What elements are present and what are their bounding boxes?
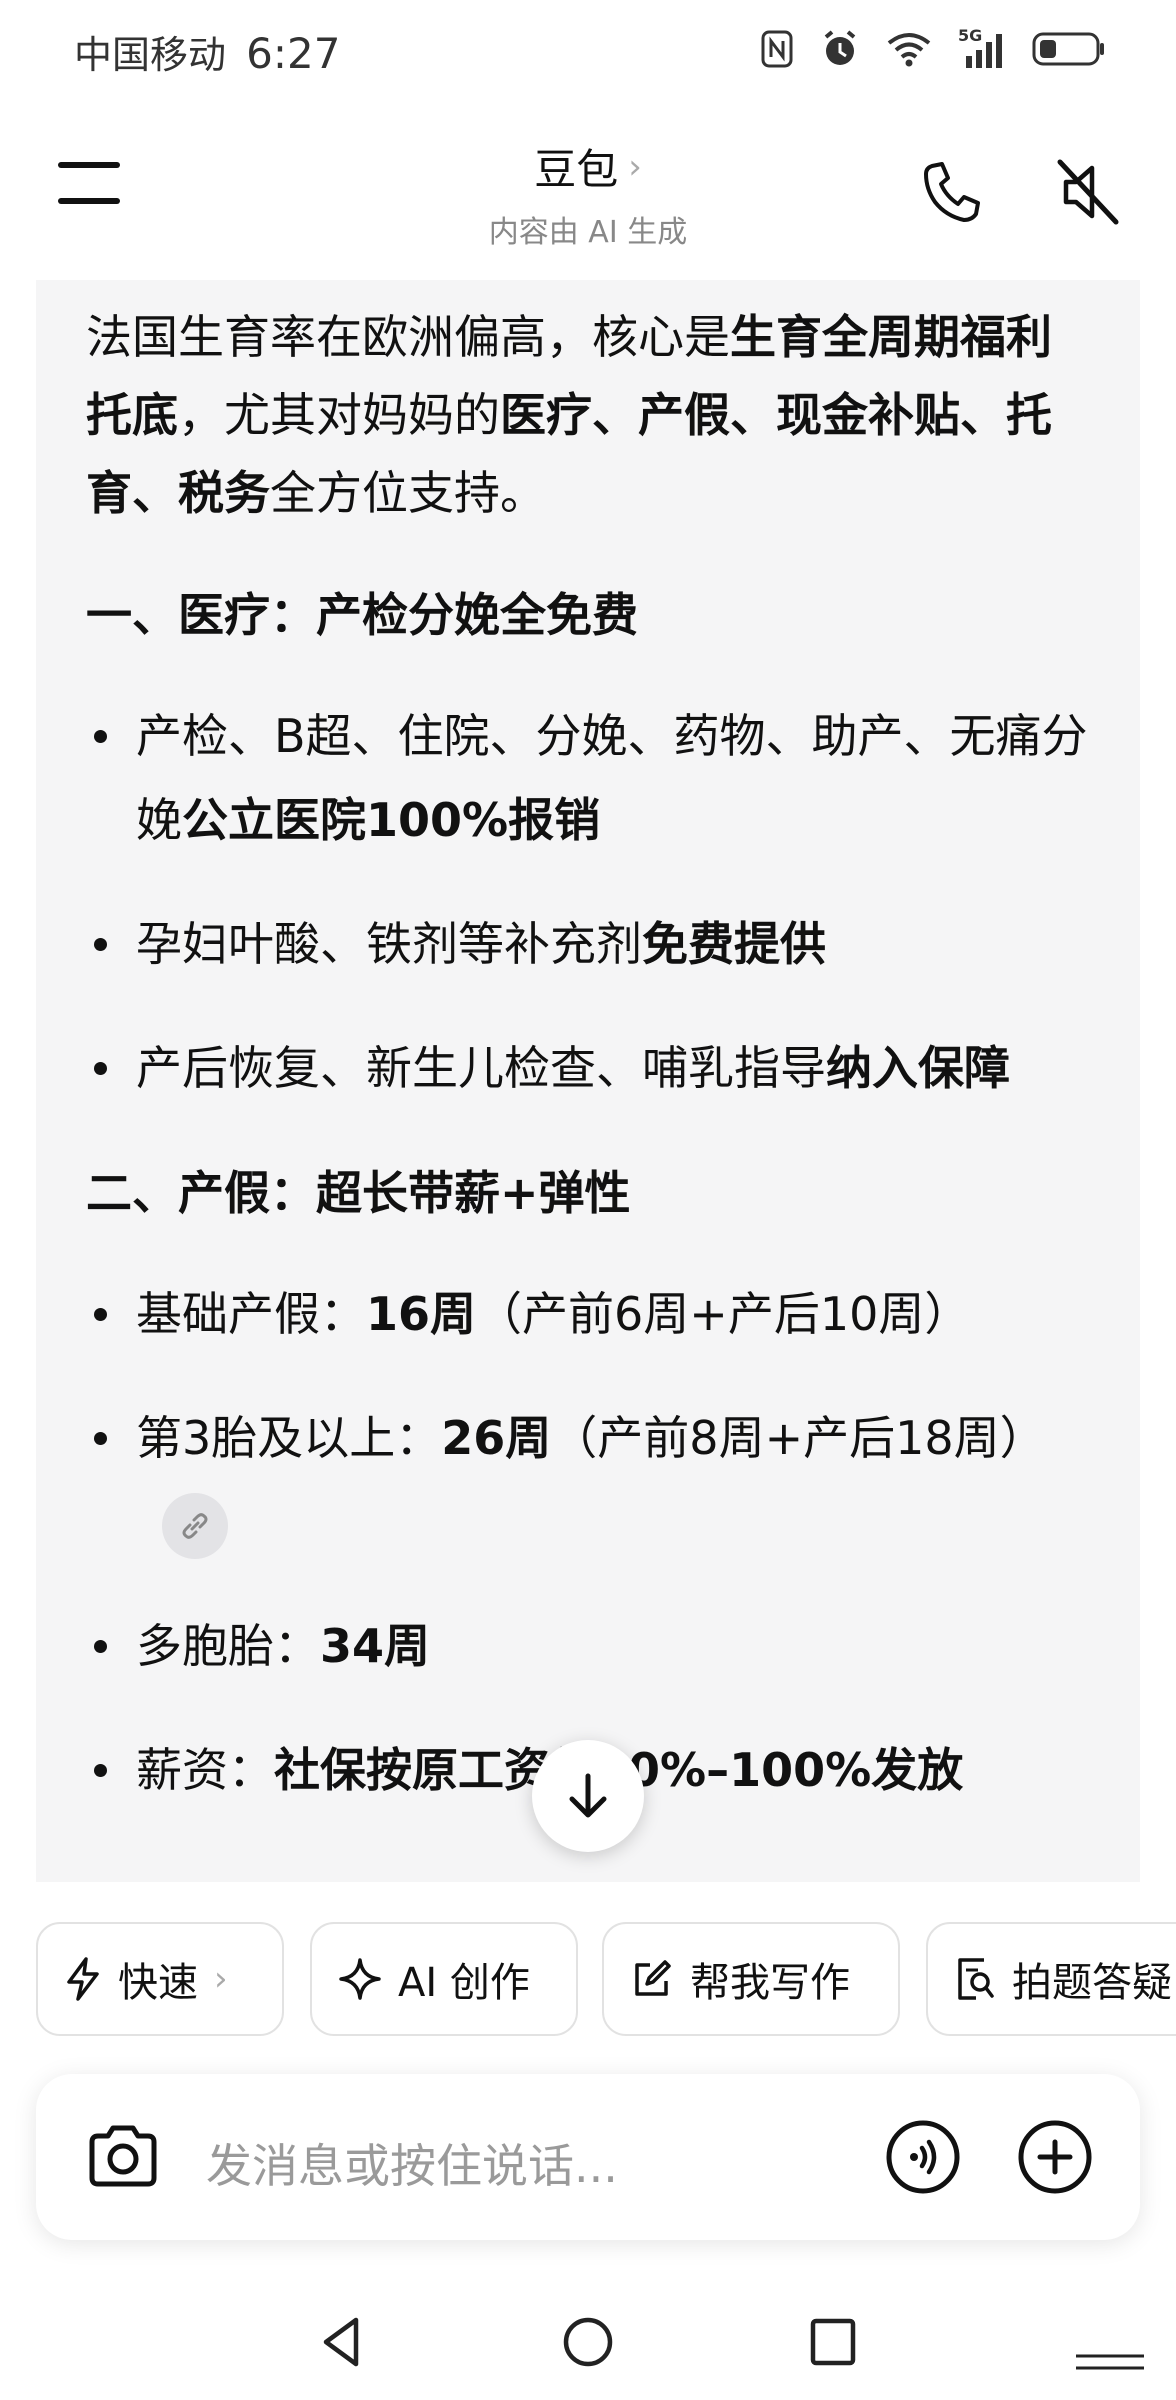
item-bold: 16周 bbox=[366, 1287, 477, 1341]
title-area[interactable]: 豆包 › 内容由 AI 生成 bbox=[0, 136, 1176, 251]
item-after: （产前8周+产后18周） bbox=[551, 1411, 1046, 1465]
ai-disclaimer: 内容由 AI 生成 bbox=[488, 215, 688, 250]
item-bold: 26周 bbox=[441, 1411, 552, 1465]
signal-icon bbox=[966, 34, 1002, 68]
scan-question-icon bbox=[958, 1958, 994, 2000]
carrier-name: 中国移动 bbox=[74, 33, 227, 77]
sparkle-icon bbox=[339, 1958, 381, 2000]
item-bold: 34周 bbox=[320, 1619, 431, 1673]
quick-action-writing[interactable]: 帮我写作 bbox=[602, 1922, 900, 2036]
recent-apps-icon[interactable] bbox=[808, 2316, 858, 2368]
item-bold: 免费提供 bbox=[642, 917, 826, 971]
source-link-button[interactable] bbox=[162, 1492, 228, 1559]
list-item: 产后恢复、新生儿检查、哺乳指导纳入保障 bbox=[86, 1026, 1096, 1110]
message-text: 法国生育率在欧洲偏高，核心是生育全周期福利托底，尤其对妈妈的医疗、产假、现金补贴… bbox=[86, 298, 1096, 1812]
section-heading-medical: 一、医疗：产检分娩全免费 bbox=[86, 588, 638, 642]
bot-title[interactable]: 豆包 › bbox=[534, 136, 642, 197]
chevron-right-icon: › bbox=[628, 146, 642, 187]
home-icon[interactable] bbox=[560, 2314, 616, 2370]
screen: 中国移动 6:27 5G 豆包 › 内容由 AI 生成 法国生育率在欧洲偏高，核… bbox=[0, 0, 1176, 2400]
edit-icon bbox=[635, 1960, 671, 1996]
message-bubble: 法国生育率在欧洲偏高，核心是生育全周期福利托底，尤其对妈妈的医疗、产假、现金补贴… bbox=[36, 280, 1140, 1882]
chip-label: AI 创作 bbox=[398, 1960, 530, 2006]
speaker-mute-icon[interactable] bbox=[1050, 154, 1126, 230]
message-input[interactable]: 发消息或按住说话... bbox=[206, 2130, 618, 2196]
chat-header: 豆包 › 内容由 AI 生成 bbox=[0, 110, 1176, 260]
list-item: 第3胎及以上：26周（产前8周+产后18周） bbox=[86, 1396, 1096, 1564]
quick-action-photo-question[interactable]: 拍题答疑 bbox=[926, 1922, 1176, 2036]
bot-name: 豆包 bbox=[534, 145, 619, 194]
link-icon bbox=[182, 1512, 208, 1539]
scroll-to-bottom-button[interactable] bbox=[532, 1740, 644, 1852]
item-text: 薪资： bbox=[136, 1743, 274, 1797]
phone-icon[interactable] bbox=[918, 158, 988, 228]
carrier-info: 中国移动 6:27 bbox=[74, 24, 340, 79]
item-text: 基础产假： bbox=[136, 1287, 366, 1341]
quick-actions-bar: 快速 › AI 创作 帮我写作 拍题答疑 bbox=[36, 1922, 1176, 2036]
chip-label: 快速 bbox=[118, 1960, 198, 2006]
intro-text-2: ，尤其对妈妈的 bbox=[178, 388, 500, 442]
item-text: 第3胎及以上： bbox=[136, 1411, 442, 1465]
item-text: 多胞胎： bbox=[136, 1619, 320, 1673]
status-icons: 5G bbox=[760, 26, 1106, 70]
menu-lines-icon[interactable] bbox=[1072, 2352, 1148, 2372]
signal-indicator: 5G bbox=[958, 26, 1006, 70]
battery-icon bbox=[1032, 32, 1104, 66]
item-text: 产后恢复、新生儿检查、哺乳指导 bbox=[136, 1041, 826, 1095]
list-item: 产检、B超、住院、分娩、药物、助产、无痛分娩公立医院100%报销 bbox=[86, 694, 1096, 862]
intro-text-3: 全方位支持。 bbox=[270, 466, 546, 520]
item-text: 孕妇叶酸、铁剂等补充剂 bbox=[136, 917, 642, 971]
message-input-bar: 发消息或按住说话... bbox=[36, 2074, 1140, 2240]
voice-icon[interactable] bbox=[884, 2118, 962, 2196]
system-navigation-bar bbox=[0, 2300, 1176, 2400]
item-after: （产前6周+产后10周） bbox=[476, 1287, 971, 1341]
item-bold: 公立医院100%报销 bbox=[182, 793, 601, 847]
item-bold: 纳入保障 bbox=[826, 1041, 1010, 1095]
intro-text-1: 法国生育率在欧洲偏高，核心是 bbox=[86, 310, 730, 364]
section-heading-leave: 二、产假：超长带薪+弹性 bbox=[86, 1166, 631, 1220]
quick-action-fast[interactable]: 快速 › bbox=[36, 1922, 284, 2036]
list-item: 多胞胎：34周 bbox=[86, 1604, 1096, 1688]
lightning-icon bbox=[67, 1957, 99, 2001]
intro-paragraph: 法国生育率在欧洲偏高，核心是生育全周期福利托底，尤其对妈妈的医疗、产假、现金补贴… bbox=[86, 298, 1096, 532]
status-bar: 中国移动 6:27 5G bbox=[0, 0, 1176, 100]
alarm-icon bbox=[824, 30, 856, 65]
back-icon[interactable] bbox=[316, 2314, 366, 2370]
plus-icon[interactable] bbox=[1016, 2118, 1094, 2196]
arrow-down-icon bbox=[569, 1773, 607, 1818]
clock: 6:27 bbox=[246, 29, 341, 78]
list-item: 基础产假：16周（产前6周+产后10周） bbox=[86, 1272, 1096, 1356]
chevron-right-icon: › bbox=[214, 1959, 228, 1999]
chip-label: 帮我写作 bbox=[690, 1960, 850, 2006]
camera-icon[interactable] bbox=[84, 2118, 162, 2196]
chip-label: 拍题答疑 bbox=[1012, 1960, 1172, 2006]
list-item: 孕妇叶酸、铁剂等补充剂免费提供 bbox=[86, 902, 1096, 986]
nfc-icon bbox=[761, 30, 793, 68]
wifi-icon bbox=[887, 33, 931, 67]
quick-action-ai-create[interactable]: AI 创作 bbox=[310, 1922, 578, 2036]
